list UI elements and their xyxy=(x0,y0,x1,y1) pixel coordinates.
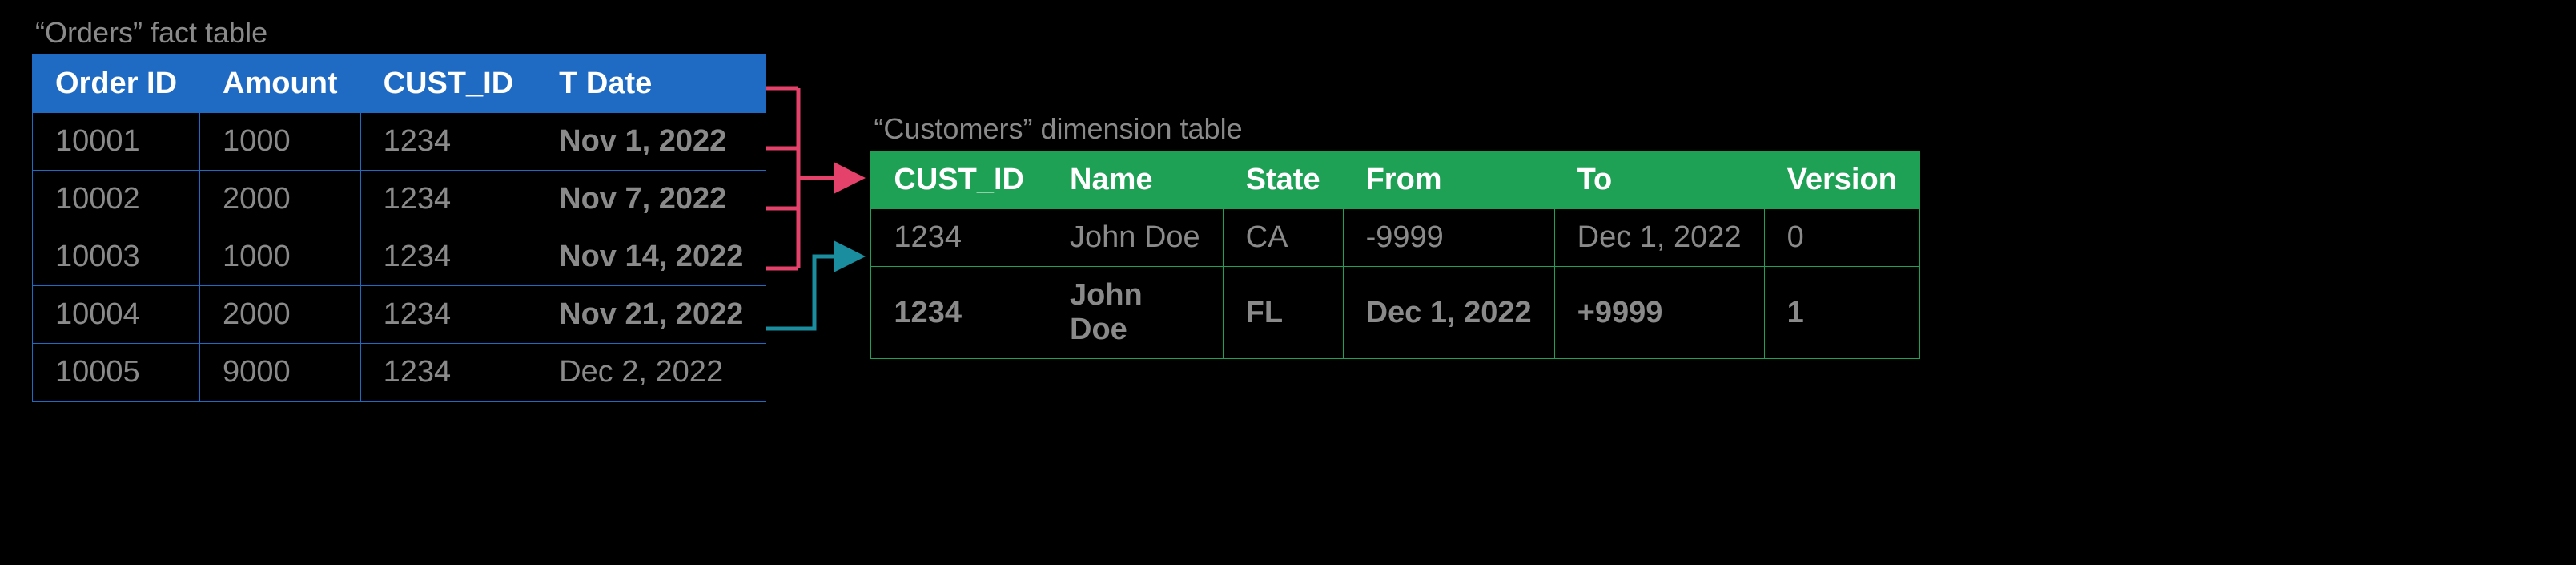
customers-table: CUST_ID Name State From To Version 1234 … xyxy=(870,151,1919,359)
cell-cust-id: 1234 xyxy=(360,286,536,344)
cell-amount: 2000 xyxy=(200,286,361,344)
cell-tdate: Dec 2, 2022 xyxy=(536,344,766,402)
table-row: 10001 1000 1234 Nov 1, 2022 xyxy=(33,113,766,171)
customers-header-row: CUST_ID Name State From To Version xyxy=(871,151,1919,209)
cell-amount: 1000 xyxy=(200,113,361,171)
cell-cust-id: 1234 xyxy=(360,113,536,171)
cell-to: +9999 xyxy=(1554,267,1764,359)
cell-tdate: Nov 1, 2022 xyxy=(536,113,766,171)
diagram-container: “Orders” fact table Order ID Amount CUST… xyxy=(32,16,2544,402)
orders-col-amount: Amount xyxy=(200,55,361,113)
cell-order-id: 10003 xyxy=(33,228,200,286)
cell-state: CA xyxy=(1223,209,1343,267)
cell-order-id: 10004 xyxy=(33,286,200,344)
orders-col-order-id: Order ID xyxy=(33,55,200,113)
table-row: 1234 JohnDoe FL Dec 1, 2022 +9999 1 xyxy=(871,267,1919,359)
customers-col-name: Name xyxy=(1047,151,1224,209)
cell-order-id: 10005 xyxy=(33,344,200,402)
cell-order-id: 10001 xyxy=(33,113,200,171)
table-row: 10005 9000 1234 Dec 2, 2022 xyxy=(33,344,766,402)
table-row: 10002 2000 1234 Nov 7, 2022 xyxy=(33,171,766,228)
cell-amount: 2000 xyxy=(200,171,361,228)
orders-caption: “Orders” fact table xyxy=(32,16,766,50)
customers-col-state: State xyxy=(1223,151,1343,209)
cell-version: 1 xyxy=(1764,267,1919,359)
customers-col-cust-id: CUST_ID xyxy=(871,151,1047,209)
cell-cust-id: 1234 xyxy=(360,228,536,286)
orders-header-row: Order ID Amount CUST_ID T Date xyxy=(33,55,766,113)
cell-tdate: Nov 21, 2022 xyxy=(536,286,766,344)
orders-col-tdate: T Date xyxy=(536,55,766,113)
cell-cust-id: 1234 xyxy=(871,267,1047,359)
cell-to: Dec 1, 2022 xyxy=(1554,209,1764,267)
customers-col-to: To xyxy=(1554,151,1764,209)
orders-table: Order ID Amount CUST_ID T Date 10001 100… xyxy=(32,54,766,402)
cell-cust-id: 1234 xyxy=(360,344,536,402)
orders-col-cust-id: CUST_ID xyxy=(360,55,536,113)
customers-caption: “Customers” dimension table xyxy=(870,112,1919,146)
connector-arrows xyxy=(766,16,870,385)
cell-tdate: Nov 14, 2022 xyxy=(536,228,766,286)
cell-name: JohnDoe xyxy=(1047,267,1224,359)
cell-state: FL xyxy=(1223,267,1343,359)
orders-section: “Orders” fact table Order ID Amount CUST… xyxy=(32,16,766,402)
cell-amount: 9000 xyxy=(200,344,361,402)
cell-version: 0 xyxy=(1764,209,1919,267)
table-row: 10004 2000 1234 Nov 21, 2022 xyxy=(33,286,766,344)
table-row: 10003 1000 1234 Nov 14, 2022 xyxy=(33,228,766,286)
cell-from: -9999 xyxy=(1343,209,1554,267)
cell-from: Dec 1, 2022 xyxy=(1343,267,1554,359)
cell-name: John Doe xyxy=(1047,209,1224,267)
customers-col-from: From xyxy=(1343,151,1554,209)
customers-col-version: Version xyxy=(1764,151,1919,209)
cell-cust-id: 1234 xyxy=(871,209,1047,267)
cell-tdate: Nov 7, 2022 xyxy=(536,171,766,228)
table-row: 1234 John Doe CA -9999 Dec 1, 2022 0 xyxy=(871,209,1919,267)
cell-amount: 1000 xyxy=(200,228,361,286)
customers-section: “Customers” dimension table CUST_ID Name… xyxy=(870,16,1919,359)
cell-cust-id: 1234 xyxy=(360,171,536,228)
cell-order-id: 10002 xyxy=(33,171,200,228)
